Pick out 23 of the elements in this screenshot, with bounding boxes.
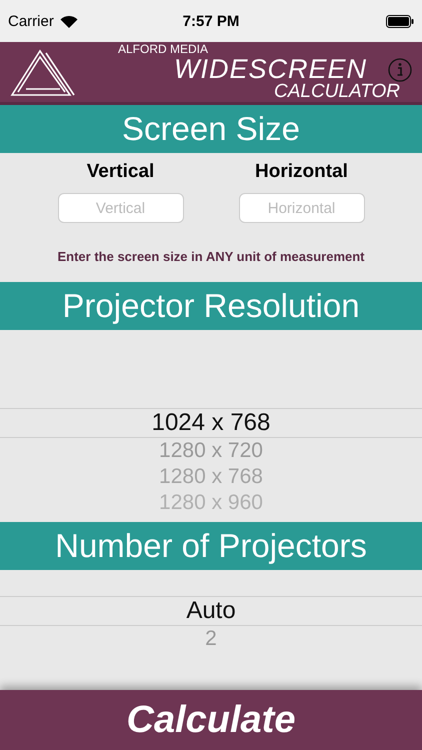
- calculate-button[interactable]: Calculate: [0, 690, 422, 750]
- picker-option[interactable]: 1024 x 768: [0, 408, 422, 438]
- field-label: Horizontal: [255, 161, 348, 183]
- picker-option[interactable]: 1280 x 720: [159, 438, 263, 464]
- battery-icon: [386, 14, 414, 28]
- clock-time: 7:57 PM: [182, 12, 240, 30]
- app-subtitle: CALCULATOR: [274, 82, 400, 101]
- info-icon[interactable]: [388, 58, 412, 82]
- picker-option[interactable]: 1280 x 768: [159, 464, 263, 490]
- section-header: Number of Projectors: [0, 522, 422, 570]
- input-field[interactable]: Vertical: [58, 193, 184, 223]
- wifi-icon: [60, 14, 78, 28]
- picker-option[interactable]: 1280 x 960: [159, 490, 263, 516]
- picker-option[interactable]: 2: [205, 626, 217, 652]
- field-label: Vertical: [86, 161, 154, 183]
- section-header: Projector Resolution: [0, 282, 422, 330]
- picker-option[interactable]: Auto: [0, 596, 422, 626]
- section-header: Screen Size: [0, 105, 422, 153]
- input-field[interactable]: Horizontal: [238, 193, 364, 223]
- carrier-label: Carrier: [8, 12, 54, 30]
- instruction-text: Enter the screen size in ANY unit of measurement: [56, 248, 366, 266]
- app-title: WIDESCREEN: [174, 56, 368, 82]
- brand-name: ALFORD MEDIA: [118, 43, 208, 56]
